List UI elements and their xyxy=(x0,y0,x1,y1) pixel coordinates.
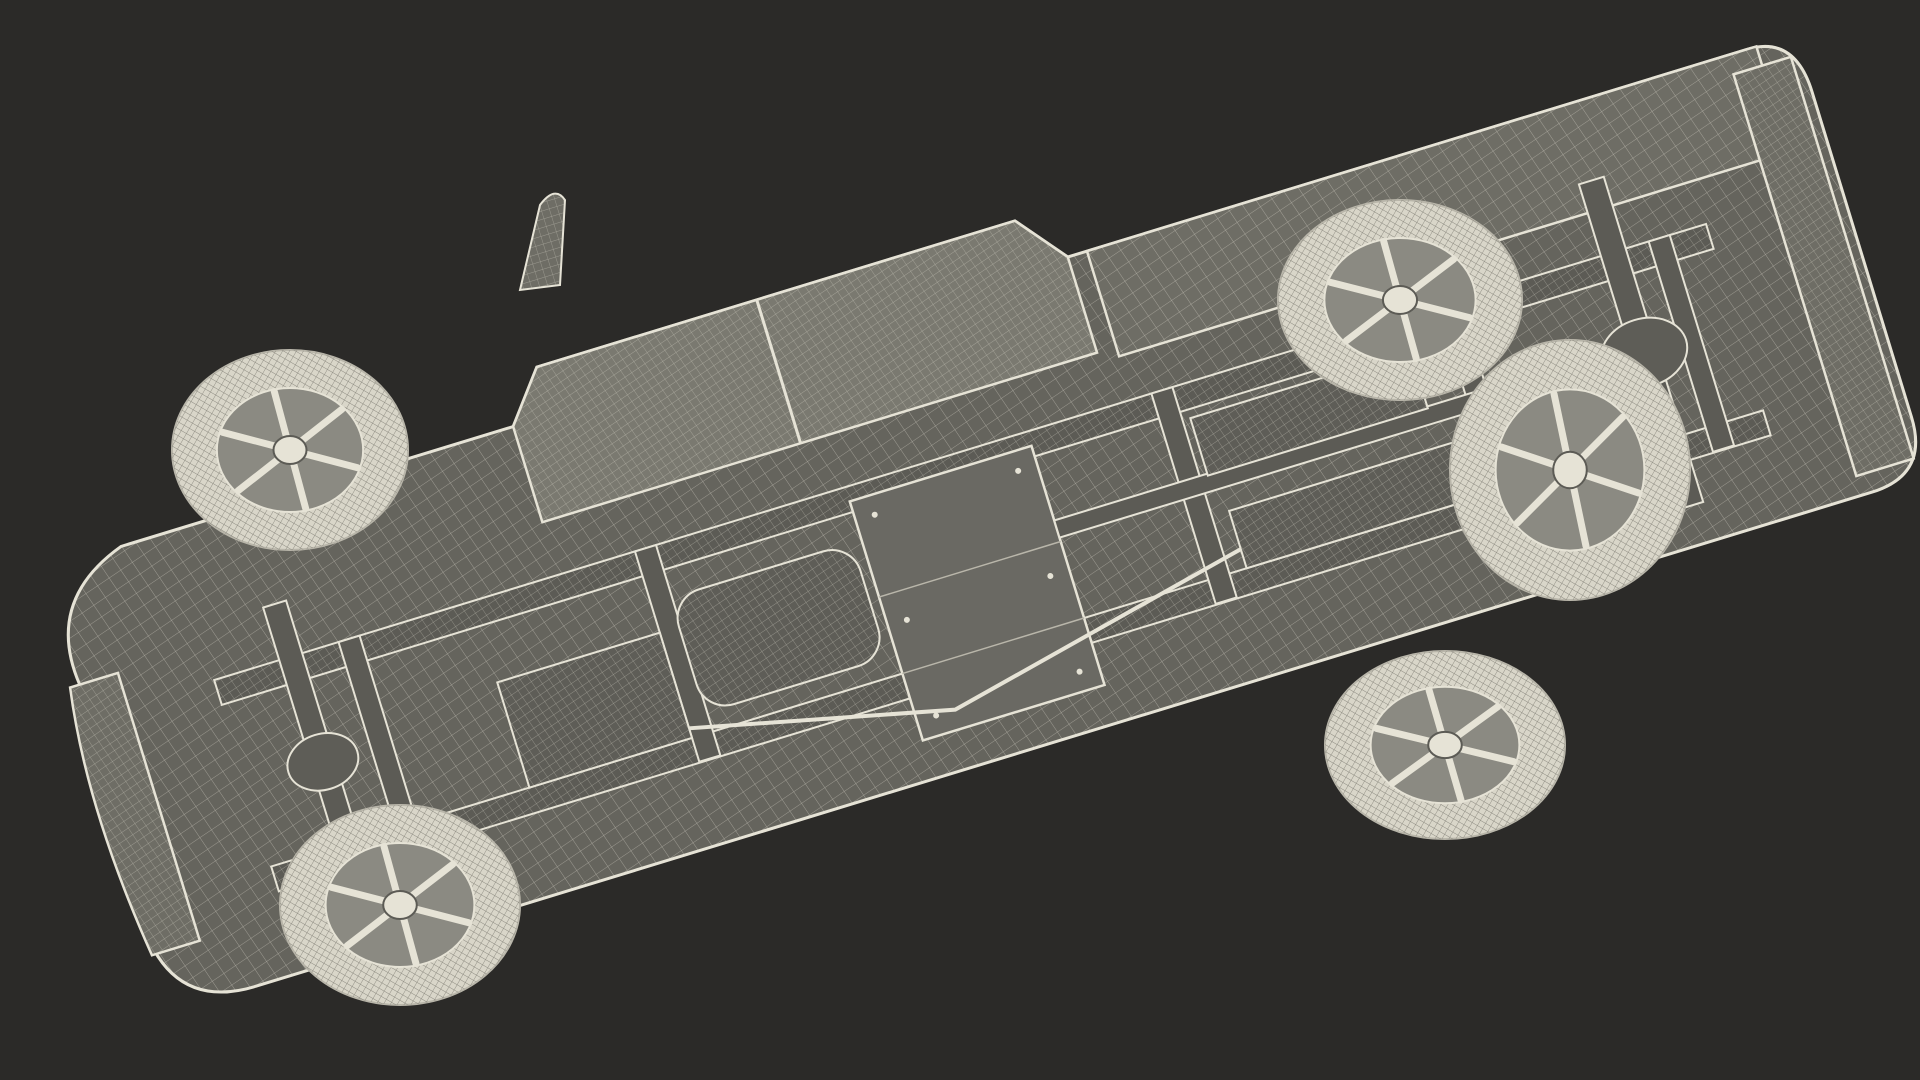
render-viewport xyxy=(0,0,1920,1080)
wheel-hub xyxy=(1427,730,1463,760)
wheel-hub xyxy=(382,890,418,920)
wheel-hub xyxy=(272,435,308,465)
wheel-rear-left xyxy=(1277,199,1523,401)
wheel-hub xyxy=(1552,450,1588,490)
wheel-front-right xyxy=(279,804,521,1006)
wheel-hub xyxy=(1381,285,1419,315)
wheel-spare xyxy=(1449,339,1691,601)
wheel-front-left xyxy=(171,349,409,551)
wheel-rear-right xyxy=(1324,650,1566,840)
truck-wireframe-render xyxy=(66,44,1918,1006)
